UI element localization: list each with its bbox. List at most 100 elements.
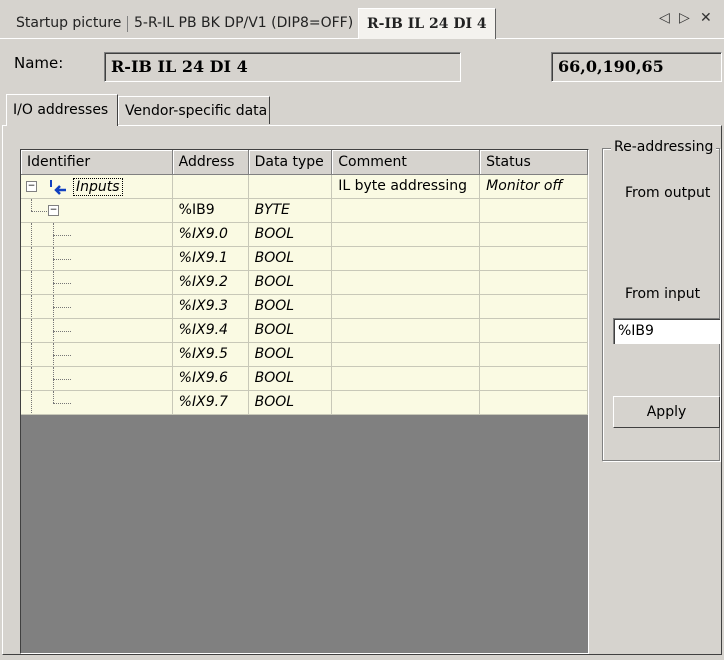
type-cell: BYTE <box>248 198 333 223</box>
tree-line <box>31 270 32 293</box>
table-row[interactable]: %IX9.6 BOOL <box>21 366 588 391</box>
comment-cell <box>331 366 481 391</box>
tree-cell[interactable] <box>21 246 173 271</box>
from-input-field[interactable]: %IB9 <box>613 318 720 344</box>
tree-cell[interactable]: − Inputs <box>21 174 173 199</box>
io-address-table: Identifier Address Data type Comment Sta… <box>20 149 589 654</box>
address-cell: %IB9 <box>172 198 249 223</box>
collapse-icon[interactable]: − <box>26 180 37 192</box>
tree-line <box>31 198 32 211</box>
tree-cell[interactable] <box>21 342 173 367</box>
tree-cell[interactable] <box>21 222 173 247</box>
device-id-field[interactable]: 66,0,190,65 <box>551 52 722 82</box>
table-row[interactable]: %IX9.1 BOOL <box>21 246 588 271</box>
status-cell <box>479 342 588 367</box>
address-cell: %IX9.6 <box>172 366 249 391</box>
tree-line <box>53 258 71 260</box>
tree-line <box>53 390 54 403</box>
comment-cell <box>331 198 481 223</box>
type-cell: BOOL <box>248 390 333 415</box>
from-output-label: From output <box>625 185 711 201</box>
tree-cell[interactable]: − <box>21 198 173 223</box>
type-cell: BOOL <box>248 246 333 271</box>
tree-cell[interactable] <box>21 366 173 391</box>
tree-line <box>31 222 32 245</box>
address-cell: %IX9.7 <box>172 390 249 415</box>
type-cell: BOOL <box>248 270 333 295</box>
type-cell: BOOL <box>248 366 333 391</box>
input-arrow-icon <box>50 179 66 195</box>
column-header-identifier[interactable]: Identifier <box>21 150 173 175</box>
table-row[interactable]: %IX9.4 BOOL <box>21 318 588 343</box>
tree-line <box>31 342 32 365</box>
tab-bus-coupler[interactable]: 5-R-IL PB BK DP/V1 (DIP8=OFF) <box>134 10 361 36</box>
type-cell: BOOL <box>248 222 333 247</box>
comment-cell <box>331 270 481 295</box>
tree-line <box>53 234 71 236</box>
scroll-right-icon[interactable]: ▷ <box>679 10 690 26</box>
tab-vendor-specific-data[interactable]: Vendor-specific data <box>118 96 270 124</box>
status-cell <box>479 318 588 343</box>
status-cell <box>479 198 588 223</box>
tree-line <box>31 294 32 317</box>
collapse-icon[interactable]: − <box>48 204 59 216</box>
name-field[interactable]: R-IB IL 24 DI 4 <box>104 52 461 82</box>
status-cell <box>479 390 588 415</box>
status-cell <box>479 294 588 319</box>
apply-button[interactable]: Apply <box>613 396 720 428</box>
comment-cell <box>331 246 481 271</box>
tree-line <box>53 378 71 380</box>
table-header-row: Identifier Address Data type Comment Sta… <box>21 150 588 175</box>
tree-line <box>31 366 32 389</box>
address-cell: %IX9.5 <box>172 342 249 367</box>
status-cell <box>479 246 588 271</box>
column-header-address[interactable]: Address <box>172 150 249 175</box>
address-cell <box>172 174 249 199</box>
tree-line <box>31 390 32 413</box>
identifier-inputs[interactable]: Inputs <box>73 177 123 196</box>
column-header-data-type[interactable]: Data type <box>248 150 333 175</box>
tree-line <box>53 306 71 308</box>
type-cell: BOOL <box>248 342 333 367</box>
comment-cell <box>331 318 481 343</box>
column-header-status[interactable]: Status <box>479 150 588 175</box>
table-row[interactable]: − Inputs IL byte addressing Monitor off <box>21 174 588 199</box>
tree-cell[interactable] <box>21 270 173 295</box>
table-row[interactable]: %IX9.3 BOOL <box>21 294 588 319</box>
table-row[interactable]: %IX9.7 BOOL <box>21 390 588 415</box>
address-cell: %IX9.3 <box>172 294 249 319</box>
table-row[interactable]: − %IB9 BYTE <box>21 198 588 223</box>
status-cell <box>479 270 588 295</box>
tree-cell[interactable] <box>21 294 173 319</box>
comment-cell <box>331 390 481 415</box>
table-row[interactable]: %IX9.0 BOOL <box>21 222 588 247</box>
scroll-left-icon[interactable]: ◁ <box>659 10 670 26</box>
address-cell: %IX9.0 <box>172 222 249 247</box>
tree-line <box>53 330 71 332</box>
document-tab-strip: Startup picture 5-R-IL PB BK DP/V1 (DIP8… <box>0 0 724 39</box>
comment-cell <box>331 342 481 367</box>
name-label: Name: <box>14 54 64 72</box>
close-icon[interactable]: ✕ <box>700 10 712 26</box>
status-cell <box>479 222 588 247</box>
address-cell: %IX9.1 <box>172 246 249 271</box>
status-cell <box>479 366 588 391</box>
address-cell: %IX9.4 <box>172 318 249 343</box>
type-cell: BOOL <box>248 294 333 319</box>
tab-r-ib-il-24-di-4[interactable]: R-IB IL 24 DI 4 <box>358 8 496 39</box>
tree-line <box>31 318 32 341</box>
comment-cell <box>331 222 481 247</box>
column-header-comment[interactable]: Comment <box>331 150 481 175</box>
type-cell: BOOL <box>248 318 333 343</box>
tree-line <box>53 402 71 404</box>
tree-cell[interactable] <box>21 390 173 415</box>
tree-line <box>31 210 47 212</box>
tree-cell[interactable] <box>21 318 173 343</box>
from-input-label: From input <box>625 286 701 302</box>
tree-line <box>31 246 32 269</box>
type-cell <box>248 174 333 199</box>
tab-startup-picture[interactable]: Startup picture <box>16 10 129 36</box>
table-row[interactable]: %IX9.5 BOOL <box>21 342 588 367</box>
tab-io-addresses[interactable]: I/O addresses <box>6 94 118 126</box>
table-row[interactable]: %IX9.2 BOOL <box>21 270 588 295</box>
